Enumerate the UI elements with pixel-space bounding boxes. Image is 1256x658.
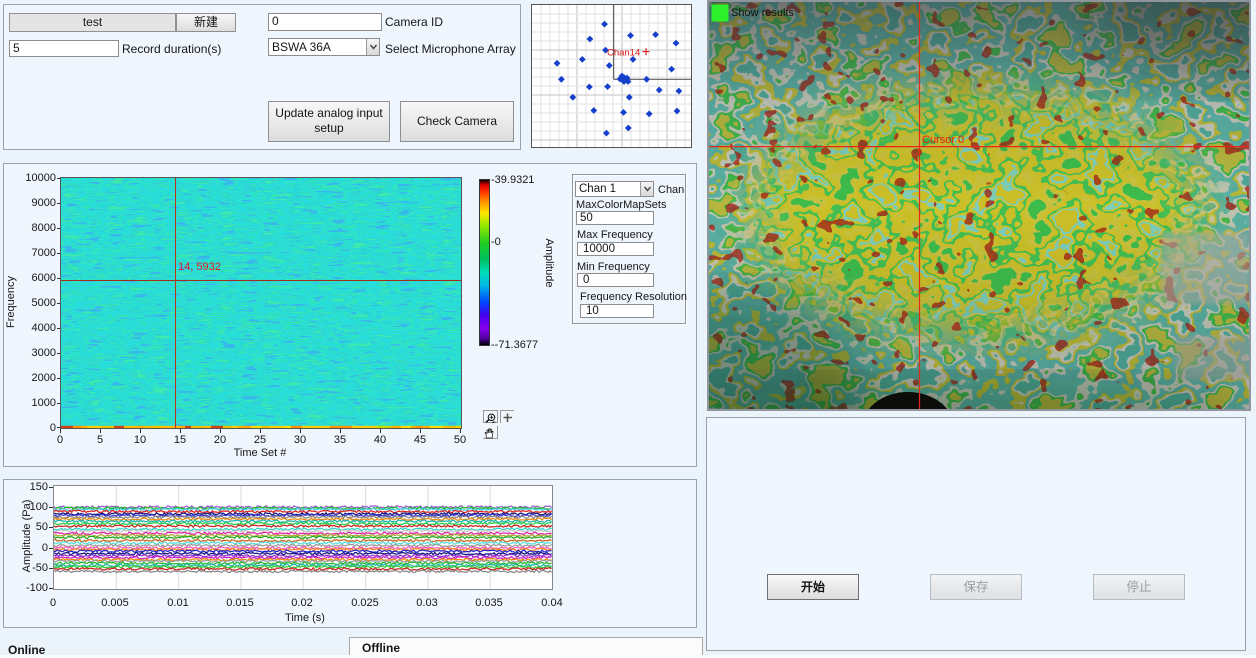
svg-text:Chan14: Chan14: [607, 48, 640, 59]
svg-text:Cursor 0: Cursor 0: [922, 134, 964, 146]
svg-text:Show results: Show results: [731, 7, 794, 19]
